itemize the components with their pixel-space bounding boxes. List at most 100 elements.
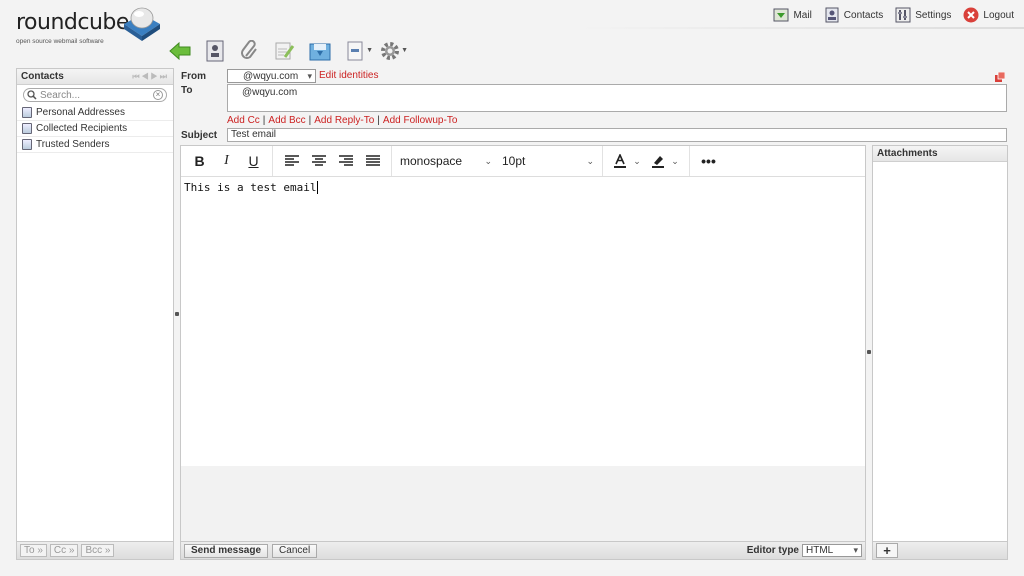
align-center-button[interactable] xyxy=(306,149,331,173)
compose-toolbar: ▼ ▼ xyxy=(168,36,408,66)
align-justify-icon xyxy=(365,155,380,166)
search-placeholder: Search... xyxy=(40,89,81,101)
contacts-title: Contacts xyxy=(21,71,64,82)
attachments-header: Attachments xyxy=(873,146,1007,162)
search-icon xyxy=(27,90,37,100)
address-book-label: Collected Recipients xyxy=(36,123,128,134)
signature-button[interactable] xyxy=(273,39,297,63)
message-editor: B I U monospace ⌄ 10pt ⌄ ⌄ ⌄ ••• This is… xyxy=(180,145,866,560)
contacts-header: Contacts ⏮◀▶⏭ xyxy=(17,69,173,85)
settings-icon xyxy=(895,7,911,23)
left-splitter-handle[interactable] xyxy=(175,312,179,316)
contacts-panel: Contacts ⏮◀▶⏭ Search... × Personal Addre… xyxy=(16,68,174,560)
to-input[interactable]: @wqyu.com xyxy=(227,84,1007,112)
nav-contacts[interactable]: Contacts xyxy=(824,7,883,23)
from-select[interactable]: @wqyu.com ▾ xyxy=(227,69,316,83)
insert-to-button[interactable]: To » xyxy=(20,544,47,557)
to-label: To xyxy=(181,85,193,96)
font-family-select[interactable]: monospace ⌄ xyxy=(396,149,496,173)
address-book-personal[interactable]: Personal Addresses xyxy=(17,105,173,121)
logo-cube-icon xyxy=(124,7,160,41)
editor-type-select[interactable]: HTML ▾ xyxy=(802,544,862,557)
send-message-button[interactable]: Send message xyxy=(184,543,269,558)
paperclip-icon xyxy=(241,40,257,59)
logo-wordmark: roundcube xyxy=(16,10,129,35)
address-book-label: Trusted Senders xyxy=(36,139,110,150)
editor-toolbar: B I U monospace ⌄ 10pt ⌄ ⌄ ⌄ ••• xyxy=(181,146,865,177)
nav-settings[interactable]: Settings xyxy=(895,7,951,23)
align-left-icon xyxy=(284,155,299,166)
clear-search-icon[interactable]: × xyxy=(153,90,163,100)
nav-mail-label: Mail xyxy=(793,9,812,21)
align-left-button[interactable] xyxy=(279,149,304,173)
popout-icon[interactable] xyxy=(995,72,1005,82)
add-bcc-link[interactable]: Add Bcc xyxy=(268,115,305,126)
signature-icon xyxy=(275,42,295,60)
more-group: ••• xyxy=(690,146,727,176)
font-family-value: monospace xyxy=(400,154,463,168)
chevron-down-icon: ▼ xyxy=(401,47,408,54)
address-book-icon xyxy=(22,139,32,150)
chevron-down-icon: ▾ xyxy=(853,545,858,555)
add-reply-to-link[interactable]: Add Reply-To xyxy=(314,115,374,126)
editor-type-control: Editor type HTML ▾ xyxy=(747,544,862,557)
contacts-pagination[interactable]: ⏮◀▶⏭ xyxy=(132,72,169,82)
add-followup-to-link[interactable]: Add Followup-To xyxy=(383,115,457,126)
nav-settings-label: Settings xyxy=(915,9,952,21)
right-splitter-handle[interactable] xyxy=(867,350,871,354)
align-right-icon xyxy=(338,155,353,166)
nav-logout-label: Logout xyxy=(983,9,1014,21)
font-size-select[interactable]: 10pt ⌄ xyxy=(498,149,598,173)
highlight-color-button[interactable]: ⌄ xyxy=(647,149,683,173)
nav-contacts-label: Contacts xyxy=(843,9,884,21)
back-arrow-icon xyxy=(169,42,191,60)
address-book-icon xyxy=(22,123,32,134)
format-group: B I U xyxy=(181,146,273,176)
font-size-value: 10pt xyxy=(502,154,526,168)
attachments-footer: + xyxy=(873,541,1007,559)
cancel-button[interactable]: Cancel xyxy=(272,543,318,558)
color-group: ⌄ ⌄ xyxy=(603,146,690,176)
attach-button[interactable] xyxy=(238,39,262,63)
from-value: @wqyu.com xyxy=(243,70,299,82)
address-book-button[interactable] xyxy=(203,39,227,63)
align-right-button[interactable] xyxy=(333,149,358,173)
editor-type-value: HTML xyxy=(806,545,834,556)
editor-type-label: Editor type xyxy=(746,545,799,556)
underline-button[interactable]: U xyxy=(241,149,266,173)
contacts-footer: To » Cc » Bcc » xyxy=(17,541,173,559)
top-navigation: Mail Contacts Settings Logout xyxy=(773,5,1014,25)
add-attachment-button[interactable]: + xyxy=(876,543,898,558)
insert-bcc-button[interactable]: Bcc » xyxy=(81,544,115,557)
edit-identities-link[interactable]: Edit identities xyxy=(319,70,378,81)
justify-button[interactable] xyxy=(360,149,385,173)
options-button[interactable]: ▼ xyxy=(378,39,408,63)
mail-icon xyxy=(773,8,789,22)
save-icon xyxy=(309,43,331,61)
nav-mail[interactable]: Mail xyxy=(773,7,812,23)
bold-button[interactable]: B xyxy=(187,149,212,173)
address-book-trusted[interactable]: Trusted Senders xyxy=(17,137,173,153)
subject-input[interactable]: Test email xyxy=(227,128,1007,142)
back-button[interactable] xyxy=(168,39,192,63)
message-body-text: This is a test email xyxy=(184,181,317,194)
nav-logout[interactable]: Logout xyxy=(963,7,1014,23)
editor-footer: Send message Cancel Editor type HTML ▾ xyxy=(181,541,865,559)
add-cc-link[interactable]: Add Cc xyxy=(227,115,260,126)
roundcube-logo[interactable]: roundcube open source webmail software xyxy=(14,6,164,52)
chevron-down-icon: ▼ xyxy=(366,47,373,54)
editor-body[interactable]: This is a test email xyxy=(181,178,865,466)
contacts-search-input[interactable]: Search... × xyxy=(23,88,167,102)
more-options-button[interactable]: ••• xyxy=(696,149,721,173)
text-color-icon xyxy=(614,154,627,168)
save-button[interactable] xyxy=(308,39,332,63)
chevron-down-icon: ⌄ xyxy=(484,155,492,166)
address-book-collected[interactable]: Collected Recipients xyxy=(17,121,173,137)
priority-button[interactable]: ▼ xyxy=(343,39,373,63)
chevron-down-icon: ▾ xyxy=(307,70,312,81)
insert-cc-button[interactable]: Cc » xyxy=(49,544,79,557)
address-book-icon xyxy=(206,40,224,62)
text-color-button[interactable]: ⌄ xyxy=(609,149,645,173)
chevron-down-icon: ⌄ xyxy=(671,155,679,166)
italic-button[interactable]: I xyxy=(214,149,239,173)
